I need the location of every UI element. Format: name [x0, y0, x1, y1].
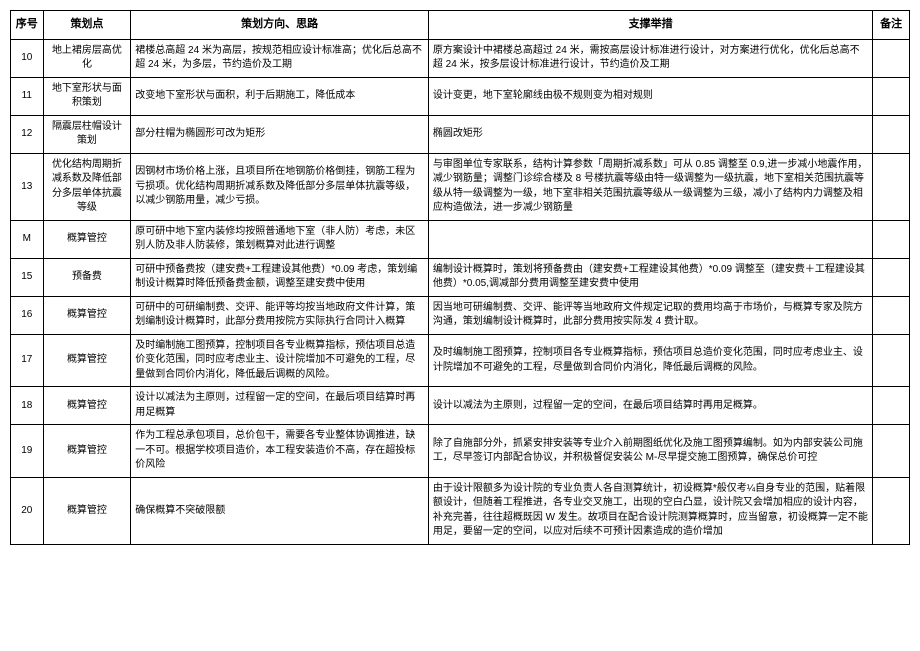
table-row: 16 概算管控 可研中的可研编制费、交评、能评等均按当地政府文件计算，策划编制设… [11, 296, 910, 334]
cell-remark [873, 477, 910, 544]
cell-seq: 15 [11, 258, 44, 296]
table-body: 10 地上裙房层高优化 裙楼总高超 24 米为高层，按规范相应设计标准高；优化后… [11, 39, 910, 544]
table-row: 13 优化结构周期折减系数及降低部分多层单体抗震等级 因钢材市场价格上涨，且项目… [11, 153, 910, 220]
planning-table: 序号 策划点 策划方向、思路 支撑举措 备注 10 地上裙房层高优化 裙楼总高超… [10, 10, 910, 545]
cell-measure: 因当地可研编制费、交评、能评等当地政府文件规定记取的费用均高于市场价，与概算专家… [428, 296, 872, 334]
cell-direction: 可研中的可研编制费、交评、能评等均按当地政府文件计算，策划编制设计概算时，此部分… [131, 296, 429, 334]
cell-direction: 改变地下室形状与面积，利于后期施工，降低成本 [131, 77, 429, 115]
header-point: 策划点 [43, 11, 131, 40]
cell-remark [873, 153, 910, 220]
cell-point: 预备费 [43, 258, 131, 296]
cell-measure: 编制设计概算时，策划将预备费由（建安费+工程建设其他费）*0.09 调整至（建安… [428, 258, 872, 296]
cell-seq: 16 [11, 296, 44, 334]
cell-seq: 18 [11, 387, 44, 425]
cell-measure: 由于设计限额多为设计院的专业负责人各自测算统计，初设概算*般仅考¼自身专业的范围… [428, 477, 872, 544]
cell-direction: 设计以减法为主原则，过程留一定的空间，在最后项目结算时再用足概算 [131, 387, 429, 425]
header-direction: 策划方向、思路 [131, 11, 429, 40]
cell-seq: 17 [11, 334, 44, 387]
header-measure: 支撑举措 [428, 11, 872, 40]
table-row: 19 概算管控 作为工程总承包项目，总价包干，需要各专业整体协调推进，缺一不可。… [11, 425, 910, 478]
cell-measure [428, 220, 872, 258]
cell-direction: 裙楼总高超 24 米为高层，按规范相应设计标准高；优化后总高不超 24 米，为多… [131, 39, 429, 77]
table-row: M 概算管控 原可研中地下室内装修均按照普通地下室（非人防）考虑，未区别人防及非… [11, 220, 910, 258]
cell-point: 优化结构周期折减系数及降低部分多层单体抗震等级 [43, 153, 131, 220]
cell-point: 概算管控 [43, 220, 131, 258]
cell-remark [873, 220, 910, 258]
cell-point: 概算管控 [43, 477, 131, 544]
table-row: 12 隔震层柱帽设计策划 部分柱帽为椭圆形可改为矩形 椭圆改矩形 [11, 115, 910, 153]
cell-point: 隔震层柱帽设计策划 [43, 115, 131, 153]
cell-direction: 部分柱帽为椭圆形可改为矩形 [131, 115, 429, 153]
cell-seq: 11 [11, 77, 44, 115]
cell-seq: 20 [11, 477, 44, 544]
cell-remark [873, 334, 910, 387]
cell-measure: 设计以减法为主原则，过程留一定的空间，在最后项目结算时再用足概算。 [428, 387, 872, 425]
cell-seq: 10 [11, 39, 44, 77]
cell-remark [873, 77, 910, 115]
header-seq: 序号 [11, 11, 44, 40]
cell-direction: 原可研中地下室内装修均按照普通地下室（非人防）考虑，未区别人防及非人防装修，策划… [131, 220, 429, 258]
cell-direction: 作为工程总承包项目，总价包干，需要各专业整体协调推进，缺一不可。根据学校项目造价… [131, 425, 429, 478]
cell-seq: 12 [11, 115, 44, 153]
cell-seq: 13 [11, 153, 44, 220]
cell-remark [873, 115, 910, 153]
cell-point: 地上裙房层高优化 [43, 39, 131, 77]
table-row: 11 地下室形状与面积策划 改变地下室形状与面积，利于后期施工，降低成本 设计变… [11, 77, 910, 115]
cell-seq: 19 [11, 425, 44, 478]
table-row: 15 预备费 可研中预备费按（建安费+工程建设其他费）*0.09 考虑，策划编制… [11, 258, 910, 296]
table-row: 10 地上裙房层高优化 裙楼总高超 24 米为高层，按规范相应设计标准高；优化后… [11, 39, 910, 77]
cell-measure: 与审图单位专家联系，结构计算参数「周期折减系数」可从 0.85 调整至 0.9,… [428, 153, 872, 220]
header-row: 序号 策划点 策划方向、思路 支撑举措 备注 [11, 11, 910, 40]
cell-seq: M [11, 220, 44, 258]
cell-point: 概算管控 [43, 334, 131, 387]
cell-measure: 原方案设计中裙楼总高超过 24 米，需按高层设计标准进行设计，对方案进行优化，优… [428, 39, 872, 77]
cell-direction: 可研中预备费按（建安费+工程建设其他费）*0.09 考虑，策划编制设计概算时降低… [131, 258, 429, 296]
cell-measure: 除了自施部分外，抓紧安排安装等专业介入前期图纸优化及施工图预算编制。如为内部安装… [428, 425, 872, 478]
cell-point: 概算管控 [43, 296, 131, 334]
cell-measure: 及时编制施工图预算，控制项目各专业概算指标，预估项目总造价变化范围，同时应考虑业… [428, 334, 872, 387]
cell-remark [873, 296, 910, 334]
cell-remark [873, 425, 910, 478]
table-row: 17 概算管控 及时编制施工图预算，控制项目各专业概算指标，预估项目总造价变化范… [11, 334, 910, 387]
cell-measure: 设计变更，地下室轮廓线由极不规则变为相对规则 [428, 77, 872, 115]
cell-direction: 因钢材市场价格上涨，且项目所在地钢筋价格倒挂，钢筋工程为亏损项。优化结构周期折减… [131, 153, 429, 220]
cell-remark [873, 39, 910, 77]
header-remark: 备注 [873, 11, 910, 40]
table-row: 18 概算管控 设计以减法为主原则，过程留一定的空间，在最后项目结算时再用足概算… [11, 387, 910, 425]
cell-point: 概算管控 [43, 425, 131, 478]
table-row: 20 概算管控 确保概算不突破限额 由于设计限额多为设计院的专业负责人各自测算统… [11, 477, 910, 544]
cell-remark [873, 387, 910, 425]
cell-point: 地下室形状与面积策划 [43, 77, 131, 115]
cell-remark [873, 258, 910, 296]
cell-direction: 确保概算不突破限额 [131, 477, 429, 544]
cell-point: 概算管控 [43, 387, 131, 425]
cell-measure: 椭圆改矩形 [428, 115, 872, 153]
cell-direction: 及时编制施工图预算，控制项目各专业概算指标，预估项目总造价变化范围，同时应考虑业… [131, 334, 429, 387]
